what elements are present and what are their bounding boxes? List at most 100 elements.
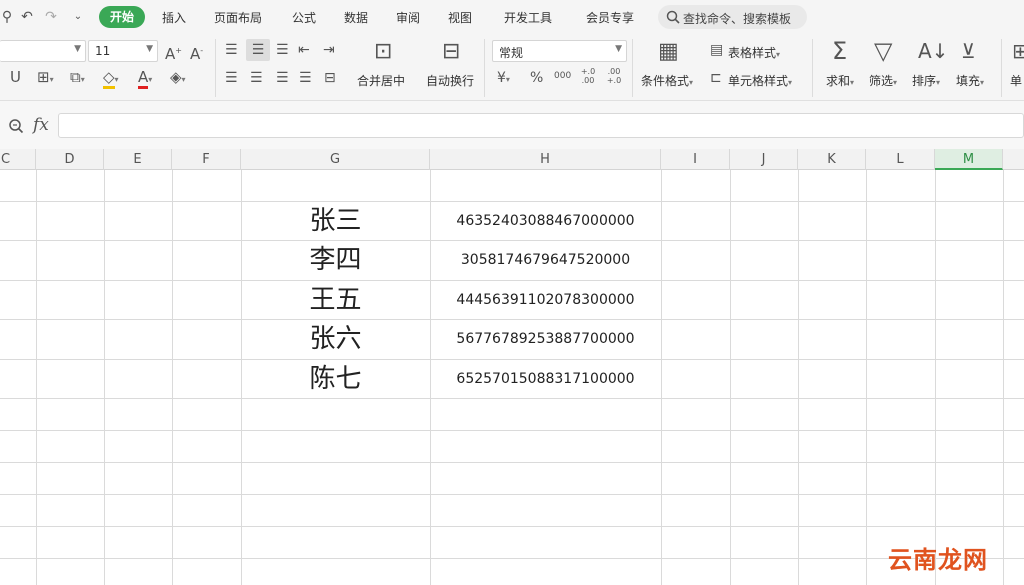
decrease-decimal-icon[interactable]: .00 +.0 [604, 67, 624, 85]
justify-icon[interactable]: ☰ [299, 71, 312, 85]
fill-pattern-icon[interactable]: ⧉▾ [70, 70, 85, 87]
increase-indent-icon[interactable]: ⇥ [323, 43, 335, 57]
font-family-select[interactable]: ▼ [0, 40, 86, 62]
wrap-text-button[interactable]: 自动换行 [426, 72, 474, 89]
cell-name[interactable]: 王五 [241, 281, 430, 320]
tab-view[interactable]: 视图 [448, 9, 472, 26]
fill-icon[interactable]: ⊻ [961, 40, 976, 62]
watermark-logo: 云南龙网 [888, 546, 988, 574]
column-header-c[interactable]: C [0, 149, 36, 170]
align-middle-icon[interactable]: ☰ [246, 39, 270, 61]
cell-grid[interactable]: 张三 46352403088467000000 李四 3058174679647… [0, 170, 1024, 585]
sort-icon[interactable]: A↓ [918, 40, 948, 62]
table-style-button[interactable]: 表格样式▾ [728, 44, 780, 61]
font-size-select[interactable]: 11 ▼ [88, 40, 158, 62]
column-header-e[interactable]: E [104, 149, 172, 170]
tab-member[interactable]: 会员专享 [586, 9, 634, 26]
undo-icon[interactable]: ↶ [20, 10, 34, 24]
customize-chevron-icon[interactable]: ⌄ [72, 10, 84, 24]
formula-input[interactable] [58, 113, 1024, 138]
conditional-format-button[interactable]: 条件格式▾ [641, 72, 693, 89]
cell-number[interactable]: 65257015088317100000 [430, 360, 661, 399]
align-bottom-icon[interactable]: ☰ [276, 43, 289, 57]
clear-format-icon[interactable]: ◈▾ [170, 70, 186, 87]
cell-number[interactable]: 3058174679647520000 [430, 241, 661, 280]
cell-number[interactable]: 46352403088467000000 [430, 202, 661, 241]
increase-decimal-icon[interactable]: +.0 .00 [578, 67, 598, 85]
cell-name[interactable]: 李四 [241, 241, 430, 280]
cell-button[interactable]: 单 [1010, 72, 1022, 89]
redo-icon[interactable]: ↷ [44, 10, 58, 24]
grid-line [104, 170, 105, 585]
align-left-icon[interactable]: ☰ [225, 71, 238, 85]
grid-line [172, 170, 173, 585]
conditional-format-icon[interactable]: ▦ [658, 41, 679, 63]
increase-font-icon[interactable]: A+ [165, 44, 182, 62]
chevron-down-icon: ▼ [74, 44, 81, 54]
align-right-icon[interactable]: ☰ [276, 71, 289, 85]
tab-review[interactable]: 审阅 [396, 9, 420, 26]
column-header-l[interactable]: L [866, 149, 935, 170]
cell-number[interactable]: 56776789253887700000 [430, 320, 661, 359]
grid-line [0, 558, 1024, 559]
filter-label: 筛选 [869, 74, 894, 88]
cell-number[interactable]: 44456391102078300000 [430, 281, 661, 320]
zoom-icon[interactable]: ⚲ [0, 10, 14, 24]
fill-label: 填充 [956, 74, 981, 88]
decrease-indent-icon[interactable]: ⇤ [298, 43, 310, 57]
sum-icon[interactable]: Σ [832, 39, 847, 63]
grid-line [0, 430, 1024, 431]
fill-color-icon[interactable]: ◇▾ [103, 68, 119, 89]
fill-button[interactable]: 填充▾ [956, 72, 984, 89]
border-icon[interactable]: ⊞▾ [37, 70, 54, 87]
ribbon-separator [812, 39, 813, 97]
tab-insert[interactable]: 插入 [162, 9, 186, 26]
tab-page-layout[interactable]: 页面布局 [214, 9, 262, 26]
column-header-g[interactable]: G [241, 149, 430, 170]
command-search[interactable]: 查找命令、搜索模板 [658, 5, 807, 29]
merge-center-icon[interactable]: ⊡ [374, 41, 392, 63]
merge-center-button[interactable]: 合并居中 [357, 72, 405, 89]
table-style-icon[interactable]: ▤ [710, 43, 723, 57]
underline-icon[interactable]: U [10, 70, 21, 85]
column-header-i[interactable]: I [661, 149, 730, 170]
percent-symbol: % [530, 70, 544, 86]
distributed-align-icon[interactable]: ⊟ [324, 71, 336, 85]
number-format-select[interactable]: 常规 ▼ [492, 40, 627, 62]
cell-style-button[interactable]: 单元格样式▾ [728, 72, 792, 89]
chevron-down-icon: ▼ [615, 44, 622, 54]
tab-formulas[interactable]: 公式 [292, 9, 316, 26]
column-header-k[interactable]: K [798, 149, 866, 170]
decrease-decimal-symbol: .00 +.0 [606, 67, 622, 85]
align-top-icon[interactable]: ☰ [225, 43, 238, 57]
thousands-icon[interactable]: 000 [554, 69, 571, 83]
zoom-cell-icon[interactable] [8, 118, 24, 134]
column-header-h[interactable]: H [430, 149, 661, 170]
percent-icon[interactable]: % [530, 71, 543, 85]
column-header-j[interactable]: J [730, 149, 798, 170]
font-color-icon[interactable]: A▾ [138, 68, 152, 89]
cell-name[interactable]: 张六 [241, 320, 430, 359]
cell-style-icon[interactable]: ⊏ [710, 71, 722, 85]
column-header-row: C D E F G H I J K L M [0, 149, 1024, 170]
column-header-d[interactable]: D [36, 149, 104, 170]
filter-button[interactable]: 筛选▾ [869, 72, 897, 89]
cell-name[interactable]: 陈七 [241, 360, 430, 399]
tab-developer[interactable]: 开发工具 [504, 9, 552, 26]
decrease-font-icon[interactable]: A- [190, 44, 203, 62]
tab-data[interactable]: 数据 [344, 9, 368, 26]
ribbon: ▼ 11 ▼ A+ A- U ⊞▾ ⧉▾ ◇▾ A▾ ◈▾ ☰ ☰ ☰ ⇤ ⇥ … [0, 35, 1024, 101]
column-header-m[interactable]: M [935, 149, 1003, 170]
currency-icon[interactable]: ¥▾ [497, 71, 510, 87]
align-center-icon[interactable]: ☰ [250, 71, 263, 85]
filter-icon[interactable]: ▽ [874, 39, 892, 63]
sort-button[interactable]: 排序▾ [912, 72, 940, 89]
cell-icon[interactable]: ⊞ [1012, 40, 1024, 62]
wrap-text-icon[interactable]: ⊟ [442, 41, 460, 63]
cell-name[interactable]: 张三 [241, 202, 430, 241]
function-icon[interactable]: fx [33, 115, 49, 135]
column-header-f[interactable]: F [172, 149, 241, 170]
table-style-label: 表格样式 [728, 46, 777, 60]
sum-button[interactable]: 求和▾ [826, 72, 854, 89]
tab-home[interactable]: 开始 [99, 6, 145, 28]
